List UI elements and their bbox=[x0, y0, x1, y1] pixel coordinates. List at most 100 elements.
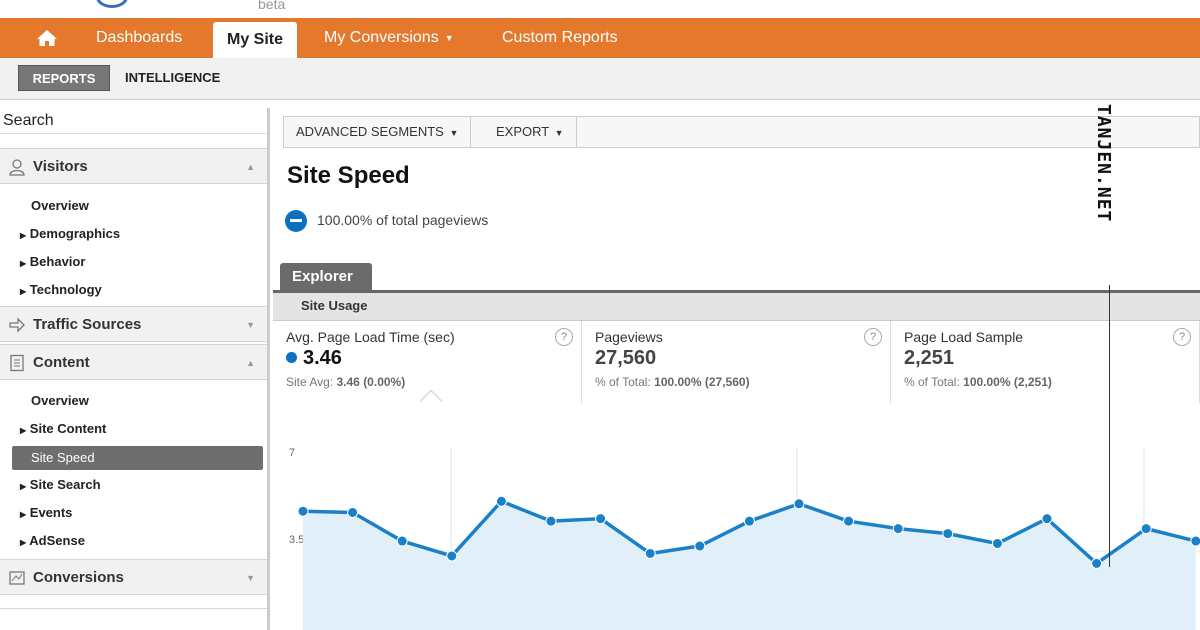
sidebar-section-content[interactable]: Content ▲ bbox=[0, 344, 267, 380]
metric-page-load-sample[interactable]: Page Load Sample ? 2,251 % of Total: 100… bbox=[891, 321, 1200, 403]
sidebar-item-content-overview[interactable]: Overview bbox=[31, 391, 89, 411]
metric-sub-value: 100.00% (2,251) bbox=[963, 375, 1052, 389]
sidebar-section-visitors[interactable]: Visitors ▲ bbox=[0, 148, 267, 184]
nav-custom-reports[interactable]: Custom Reports bbox=[502, 18, 618, 58]
metric-value: 27,560 bbox=[595, 347, 657, 369]
advanced-segments-label: ADVANCED SEGMENTS bbox=[296, 124, 444, 139]
beta-label: beta bbox=[258, 0, 286, 12]
conversions-icon bbox=[8, 569, 26, 587]
visitors-icon bbox=[8, 158, 26, 176]
chart-point[interactable] bbox=[297, 505, 309, 517]
sidebar-item-label: Behavior bbox=[29, 254, 86, 269]
sidebar-conversions-label: Conversions bbox=[33, 569, 124, 586]
chart-point[interactable] bbox=[347, 506, 359, 518]
sidebar-visitors-label: Visitors bbox=[33, 158, 88, 175]
sidebar-item-label: Site Content bbox=[29, 421, 107, 436]
metric-sub-label: Site Avg: bbox=[286, 375, 334, 389]
chart-point[interactable] bbox=[1041, 513, 1053, 525]
sidebar-section-conversions[interactable]: Conversions ▼ bbox=[0, 559, 267, 595]
metric-summary: Avg. Page Load Time (sec) ? 3.46 Site Av… bbox=[273, 321, 1200, 403]
subtab-bar: Site Usage bbox=[273, 293, 1200, 321]
watermark-line bbox=[1109, 285, 1110, 567]
chart-point[interactable] bbox=[991, 538, 1003, 550]
collapse-down-icon: ▼ bbox=[246, 573, 255, 583]
metric-sub-value: 100.00% (27,560) bbox=[654, 375, 750, 389]
nav-my-site[interactable]: My Site bbox=[213, 22, 297, 58]
caret-down-icon: ▼ bbox=[444, 33, 454, 43]
reports-button[interactable]: REPORTS bbox=[18, 65, 110, 91]
sidebar-item-site-content[interactable]: ▶ Site Content bbox=[20, 419, 106, 439]
collapse-up-icon: ▲ bbox=[246, 162, 255, 172]
tab-site-usage[interactable]: Site Usage bbox=[301, 293, 367, 319]
help-icon[interactable]: ? bbox=[1173, 328, 1191, 346]
expand-right-icon: ▶ bbox=[20, 426, 27, 435]
sidebar-item-label: Demographics bbox=[29, 226, 121, 241]
export-button[interactable]: EXPORT ▼ bbox=[484, 117, 577, 147]
sidebar-item-label: Site Search bbox=[29, 477, 101, 492]
chart-point[interactable] bbox=[843, 515, 855, 527]
metric-value: 3.46 bbox=[286, 347, 342, 370]
sidebar-item-label: AdSense bbox=[29, 533, 85, 548]
chart-point[interactable] bbox=[446, 550, 458, 562]
chart-point[interactable] bbox=[495, 495, 507, 507]
chart-point[interactable] bbox=[892, 523, 904, 535]
traffic-sources-icon bbox=[8, 316, 26, 334]
expand-right-icon: ▶ bbox=[20, 231, 27, 240]
chart-point[interactable] bbox=[1140, 523, 1152, 535]
metric-pageviews[interactable]: Pageviews ? 27,560 % of Total: 100.00% (… bbox=[582, 321, 891, 403]
metric-avg-page-load-time[interactable]: Avg. Page Load Time (sec) ? 3.46 Site Av… bbox=[273, 321, 582, 403]
series-dot-icon bbox=[286, 352, 297, 363]
sidebar: Search Visitors ▲ Overview ▶ Demographic… bbox=[0, 108, 270, 630]
help-icon[interactable]: ? bbox=[555, 328, 573, 346]
metric-sub-label: % of Total: bbox=[595, 375, 651, 389]
sidebar-content-label: Content bbox=[33, 354, 90, 371]
metric-value: 2,251 bbox=[904, 347, 955, 369]
home-icon[interactable] bbox=[30, 18, 64, 58]
sidebar-item-label: Technology bbox=[29, 282, 102, 297]
nav-dashboards[interactable]: Dashboards bbox=[96, 18, 182, 58]
metric-subtext: % of Total: 100.00% (2,251) bbox=[904, 375, 1052, 389]
sub-navigation: REPORTS INTELLIGENCE bbox=[0, 58, 1200, 100]
sidebar-item-visitors-overview[interactable]: Overview bbox=[31, 196, 89, 216]
segment-description: 100.00% of total pageviews bbox=[317, 212, 489, 228]
metric-sub-label: % of Total: bbox=[904, 375, 960, 389]
report-toolbar: ADVANCED SEGMENTS ▼ EXPORT ▼ bbox=[283, 116, 1200, 148]
expand-right-icon: ▶ bbox=[20, 482, 27, 491]
help-icon[interactable]: ? bbox=[864, 328, 882, 346]
main-content: ADVANCED SEGMENTS ▼ EXPORT ▼ Site Speed … bbox=[273, 108, 1200, 630]
chart-point[interactable] bbox=[743, 515, 755, 527]
chart-point[interactable] bbox=[1091, 557, 1103, 569]
chart-point[interactable] bbox=[1190, 535, 1200, 547]
chart-point[interactable] bbox=[396, 535, 408, 547]
tab-explorer[interactable]: Explorer bbox=[280, 263, 372, 291]
site-speed-chart[interactable]: 73.5 bbox=[273, 408, 1200, 630]
expand-right-icon: ▶ bbox=[20, 510, 27, 519]
metric-sub-value: 3.46 (0.00%) bbox=[336, 375, 406, 389]
metric-name: Page Load Sample bbox=[904, 329, 1024, 345]
chart-point[interactable] bbox=[694, 540, 706, 552]
expand-right-icon: ▶ bbox=[20, 287, 27, 296]
chart-point[interactable] bbox=[644, 547, 656, 559]
expand-right-icon: ▶ bbox=[20, 538, 27, 547]
sidebar-item-adsense[interactable]: ▶ AdSense bbox=[20, 531, 85, 551]
sidebar-search-input[interactable]: Search bbox=[0, 108, 267, 134]
sidebar-item-site-search[interactable]: ▶ Site Search bbox=[20, 475, 101, 495]
sidebar-item-site-speed[interactable]: Site Speed bbox=[12, 446, 263, 470]
sidebar-item-technology[interactable]: ▶ Technology bbox=[20, 280, 102, 300]
nav-my-conversions[interactable]: My Conversions ▼ bbox=[324, 18, 454, 58]
sidebar-item-behavior[interactable]: ▶ Behavior bbox=[20, 252, 85, 272]
chart-point[interactable] bbox=[793, 498, 805, 510]
chart-point[interactable] bbox=[942, 528, 954, 540]
chart-point[interactable] bbox=[545, 515, 557, 527]
sidebar-item-demographics[interactable]: ▶ Demographics bbox=[20, 224, 120, 244]
nav-my-conversions-label: My Conversions bbox=[324, 29, 439, 47]
watermark: TANJEN.NET bbox=[1093, 104, 1126, 244]
chart-point[interactable] bbox=[595, 513, 607, 525]
sidebar-section-traffic-sources[interactable]: Traffic Sources ▼ bbox=[0, 306, 267, 342]
intelligence-button[interactable]: INTELLIGENCE bbox=[125, 65, 220, 91]
watermark-text: TANJEN.NET bbox=[1093, 104, 1114, 223]
caret-down-icon: ▼ bbox=[449, 127, 459, 138]
advanced-segments-button[interactable]: ADVANCED SEGMENTS ▼ bbox=[284, 117, 472, 147]
metric-value-text: 3.46 bbox=[303, 347, 342, 369]
sidebar-item-events[interactable]: ▶ Events bbox=[20, 503, 72, 523]
